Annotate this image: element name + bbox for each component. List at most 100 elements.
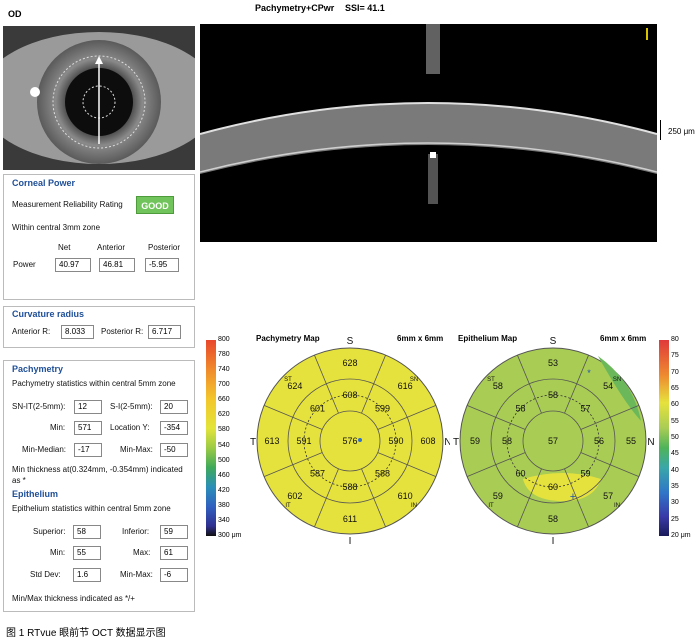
figure-caption: 图 1 RTvue 眼前节 OCT 数据显示图 <box>6 628 166 639</box>
epi-inner-it-value: 60 <box>515 469 525 479</box>
pachy-note-line2: as * <box>12 476 26 485</box>
pachy-note-line1: Min thickness at(0.324mm, -0.354mm) indi… <box>12 465 183 474</box>
zone-label: Within central 3mm zone <box>12 223 101 232</box>
pachy-scale-label: 460 <box>218 471 230 479</box>
scale-bar <box>660 120 661 140</box>
epi-note: Min/Max thickness indicated as */+ <box>12 594 135 603</box>
superior-value: 58 <box>73 525 101 539</box>
posterior-r-label: Posterior R: <box>101 327 144 336</box>
posterior-r-value: 6.717 <box>148 325 181 339</box>
epi-scale-label: 55 <box>671 417 679 425</box>
epi-outer-in-value: 57 <box>603 491 613 501</box>
epi-min-label: Min: <box>50 548 66 557</box>
ssi-value: SSI= 41.1 <box>345 3 385 13</box>
reliability-badge: GOOD <box>136 196 174 214</box>
col-anterior: Anterior <box>97 243 126 252</box>
pachy-dir-it: IT <box>285 503 291 509</box>
pachymetry-color-scale <box>206 340 216 536</box>
epi-outer-sn-value: 54 <box>603 381 613 391</box>
pachy-outer-i-value: 611 <box>343 514 357 524</box>
epi-dir-t: T <box>453 437 459 448</box>
epi-inner-t-value: 58 <box>502 436 512 446</box>
epi-outer-i-value: 58 <box>548 514 558 524</box>
epi-min-max-value: -6 <box>160 568 188 582</box>
epi-dir-it: IT <box>488 503 494 509</box>
col-posterior: Posterior <box>148 243 181 252</box>
epi-scale-label: 20 μm <box>671 532 691 539</box>
eye-photo <box>3 26 195 170</box>
epi-outer-n-value: 55 <box>626 436 636 446</box>
oct-scan-image <box>200 24 657 242</box>
pachymetry-map: 576 590 6085996166086286016245916135876025… <box>250 336 450 546</box>
pachy-inner-st-value: 601 <box>310 403 325 413</box>
power-posterior: -5.95 <box>145 258 179 272</box>
epi-scale-label: 40 <box>671 466 679 474</box>
pachy-scale-label: 300 μm <box>218 532 242 539</box>
anterior-r-label: Anterior R: <box>12 327 51 336</box>
pachy-inner-s-value: 608 <box>342 390 357 400</box>
pachy-min-max-value: -50 <box>160 443 188 457</box>
pachy-scale-label: 660 <box>218 396 230 404</box>
epi-dir-st: ST <box>487 377 495 383</box>
epi-scale-label: 45 <box>671 450 679 458</box>
epi-scale-label: 70 <box>671 368 679 376</box>
pachy-scale-label: 740 <box>218 366 230 374</box>
pachy-inner-it-value: 587 <box>310 469 325 479</box>
s-i-label: S-I(2-5mm): <box>110 402 153 411</box>
min-median-label: Min-Median: <box>22 445 67 454</box>
power-net: 40.97 <box>55 258 91 272</box>
oct-scan-drawing <box>200 24 657 204</box>
pachy-inner-in-value: 588 <box>375 469 390 479</box>
superior-label: Superior: <box>33 527 66 536</box>
anterior-r-value: 8.033 <box>61 325 94 339</box>
epi-inner-n-value: 56 <box>594 436 604 446</box>
epi-inner-in-value: 59 <box>581 469 591 479</box>
epi-scale-label: 35 <box>671 483 679 490</box>
epi-scale-label: 30 <box>671 499 679 507</box>
epi-dir-i: I <box>552 536 555 546</box>
std-dev-value: 1.6 <box>73 568 101 582</box>
sn-it-label: SN-IT(2-5mm): <box>12 402 66 411</box>
pachy-scale-label: 420 <box>218 486 230 494</box>
std-dev-label: Std Dev: <box>30 570 61 579</box>
power-anterior: 46.81 <box>99 258 135 272</box>
power-label: Power <box>13 260 36 269</box>
epi-max-label: Max: <box>133 548 151 557</box>
pachy-dir-st: ST <box>284 377 292 383</box>
epi-scale-label: 50 <box>671 434 679 441</box>
pachy-outer-s-value: 628 <box>342 358 357 368</box>
pachy-scale-label: 620 <box>218 411 230 419</box>
min-median-value: -17 <box>74 443 102 457</box>
epi-dir-n: N <box>647 437 654 448</box>
col-net: Net <box>58 243 71 252</box>
epi-center-value: 57 <box>548 436 558 446</box>
pachy-scale-label: 700 <box>218 381 230 389</box>
pachy-scale-label: 340 <box>218 516 230 524</box>
epi-max-value: 61 <box>160 546 188 560</box>
pachy-scale-label: 800 <box>218 336 230 343</box>
pachy-dir-i: I <box>349 536 352 546</box>
epi-scale-label: 25 <box>671 515 679 523</box>
pachy-scale-label: 780 <box>218 351 230 359</box>
location-y-label: Location Y: <box>110 423 150 432</box>
eye-photo-drawing <box>3 26 195 170</box>
scale-label: 250 μm <box>668 127 695 136</box>
pachy-inner-sn-value: 599 <box>375 403 390 413</box>
scan-title: Pachymetry+CPwr <box>255 3 335 13</box>
epi-outer-s-value: 53 <box>548 358 558 368</box>
sn-it-value: 12 <box>74 400 102 414</box>
pachy-outer-it-value: 602 <box>287 491 302 501</box>
pachy-center-value: 576 <box>342 436 357 446</box>
epi-dir-s: S <box>550 336 557 347</box>
pachy-dir-in: IN <box>411 503 417 509</box>
pachy-outer-in-value: 610 <box>398 491 413 501</box>
pachymetry-title: Pachymetry <box>12 364 64 374</box>
epi-outer-t-value: 59 <box>470 436 480 446</box>
pachy-scale-label: 500 <box>218 456 230 464</box>
epi-min-max-label: Min-Max: <box>120 570 153 579</box>
epi-inner-i-value: 60 <box>548 482 558 492</box>
epi-inner-st-value: 58 <box>515 403 525 413</box>
corneal-power-title: Corneal Power <box>12 178 76 188</box>
pachy-min-value: 571 <box>74 421 102 435</box>
pachy-scale-label: 540 <box>218 441 230 449</box>
